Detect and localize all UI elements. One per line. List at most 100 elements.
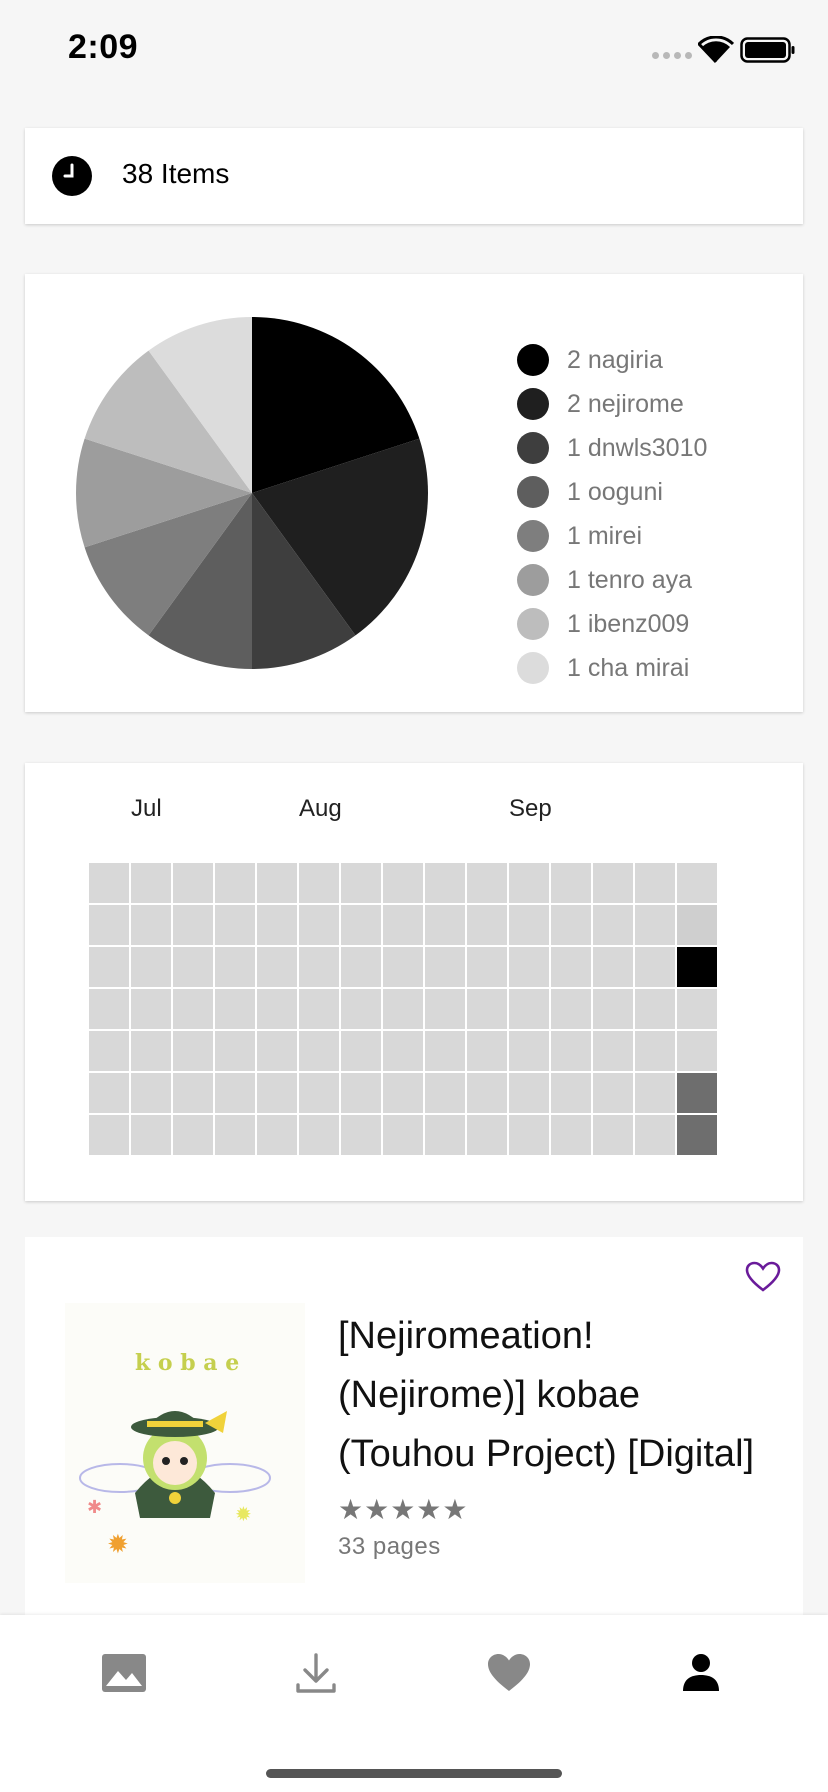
history-summary-card[interactable]: 38 Items [25, 128, 803, 224]
heatmap-cell [383, 905, 423, 945]
heatmap-cell [299, 863, 339, 903]
clock-icon [52, 156, 92, 196]
heatmap-cell [551, 989, 591, 1029]
gallery-pages: 33 pages [338, 1533, 441, 1560]
heatmap-cell [299, 947, 339, 987]
legend-swatch [517, 608, 549, 640]
legend-swatch [517, 388, 549, 420]
heatmap-cell [509, 905, 549, 945]
heatmap-cell [299, 1115, 339, 1155]
heatmap-cell [425, 1031, 465, 1071]
image-icon [102, 1654, 146, 1692]
heatmap-cell [635, 1115, 675, 1155]
heatmap-cell [383, 1115, 423, 1155]
legend-swatch [517, 652, 549, 684]
thumbnail-text: k o b a e [135, 1350, 239, 1376]
heatmap-cell [635, 863, 675, 903]
heatmap-cell [131, 1031, 171, 1071]
heatmap-cell [89, 947, 129, 987]
heatmap-cell [383, 989, 423, 1029]
artist-pie-chart [76, 317, 429, 669]
heatmap-cell [425, 1115, 465, 1155]
heatmap-cell [215, 1073, 255, 1113]
heatmap-cell [131, 947, 171, 987]
legend-label: 1 tenro aya [567, 565, 693, 594]
activity-heatmap-grid [89, 863, 717, 1155]
heatmap-cell [425, 905, 465, 945]
person-icon [683, 1654, 719, 1691]
legend-swatch [517, 564, 549, 596]
legend-swatch [517, 520, 549, 552]
heatmap-cell [131, 989, 171, 1029]
legend-item: 1 tenro aya [517, 558, 707, 602]
legend-item: 1 ooguni [517, 470, 707, 514]
heatmap-cell [635, 989, 675, 1029]
heatmap-cell [425, 947, 465, 987]
legend-label: 1 ooguni [567, 477, 663, 506]
legend-label: 1 cha mirai [567, 653, 690, 682]
heatmap-cell [677, 863, 717, 903]
heatmap-cell [341, 1031, 381, 1071]
heatmap-cell [383, 947, 423, 987]
svg-text:✹: ✹ [235, 1504, 252, 1526]
heatmap-cell [173, 1031, 213, 1071]
heatmap-cell [131, 1115, 171, 1155]
heatmap-cell [551, 905, 591, 945]
heatmap-cell [677, 1115, 717, 1155]
heatmap-cell [257, 1073, 297, 1113]
heatmap-cell [383, 1031, 423, 1071]
artist-pie-chart-card: 2 nagiria 2 nejirome 1 dnwls3010 1 ooguni 1 … [25, 274, 803, 712]
heatmap-cell [467, 989, 507, 1029]
status-time: 2:09 [68, 28, 139, 66]
heatmap-cell [509, 1115, 549, 1155]
heatmap-cell [131, 905, 171, 945]
heatmap-cell [131, 863, 171, 903]
heatmap-cell [467, 947, 507, 987]
heatmap-cell [89, 989, 129, 1029]
heatmap-cell [89, 905, 129, 945]
heatmap-cell [635, 947, 675, 987]
favorite-heart-icon[interactable] [745, 1261, 781, 1293]
nav-gallery-button[interactable] [94, 1645, 154, 1701]
heatmap-cell [383, 1073, 423, 1113]
gallery-thumbnail[interactable]: k o b a e ✱ ✹ ✹ [65, 1303, 305, 1583]
heatmap-cell [257, 1115, 297, 1155]
heatmap-cell [593, 1115, 633, 1155]
heatmap-cell [425, 1073, 465, 1113]
heatmap-cell [173, 1115, 213, 1155]
nav-profile-button[interactable] [671, 1645, 731, 1701]
heatmap-cell [677, 905, 717, 945]
legend-label: 1 dnwls3010 [567, 433, 708, 462]
heatmap-cell [593, 989, 633, 1029]
nav-favorites-button[interactable] [479, 1645, 539, 1701]
heatmap-cell [173, 863, 213, 903]
heatmap-cell [215, 1115, 255, 1155]
heatmap-cell [215, 1031, 255, 1071]
heatmap-cell [173, 989, 213, 1029]
battery-icon [740, 37, 795, 63]
home-indicator [266, 1769, 562, 1778]
heatmap-cell [509, 863, 549, 903]
legend-swatch [517, 344, 549, 376]
gallery-title[interactable]: [Nejiromeation! (Nejirome)] kobae (Touho… [338, 1307, 758, 1484]
legend-item: 1 ibenz009 [517, 602, 707, 646]
heatmap-cell [173, 905, 213, 945]
cellular-signal-icon [652, 52, 692, 59]
heatmap-cell [635, 905, 675, 945]
legend-label: 1 ibenz009 [567, 609, 690, 638]
legend-label: 2 nagiria [567, 345, 663, 374]
svg-text:✱: ✱ [87, 1497, 102, 1517]
heatmap-cell [173, 1073, 213, 1113]
wifi-icon [698, 36, 734, 64]
gallery-card[interactable]: k o b a e ✱ ✹ ✹ [Nejiromeation! (Nejirom… [25, 1237, 803, 1617]
heatmap-cell [341, 989, 381, 1029]
heatmap-cell [635, 1031, 675, 1071]
month-label-aug: Aug [299, 795, 342, 822]
heatmap-cell [551, 1031, 591, 1071]
legend-label: 2 nejirome [567, 389, 684, 418]
heatmap-cell [341, 1115, 381, 1155]
heatmap-cell [593, 1073, 633, 1113]
heatmap-cell [341, 1073, 381, 1113]
heatmap-cell [509, 1073, 549, 1113]
nav-downloads-button[interactable] [286, 1645, 346, 1701]
